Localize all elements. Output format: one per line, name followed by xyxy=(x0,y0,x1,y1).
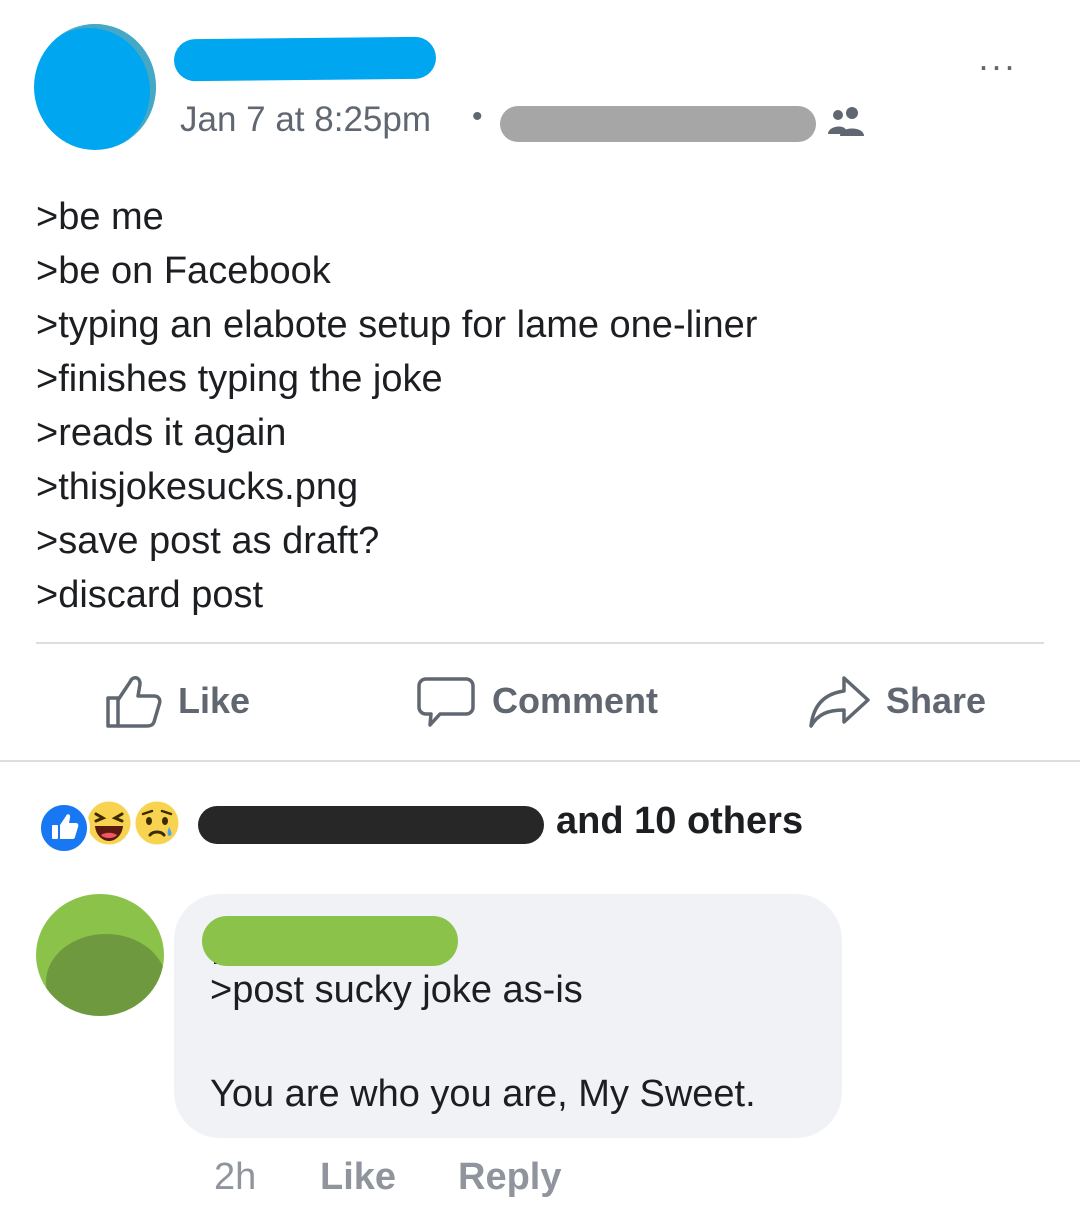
post-timestamp[interactable]: Jan 7 at 8:25pm xyxy=(180,100,431,140)
divider xyxy=(36,642,1044,644)
comment-line: >post sucky joke as-is xyxy=(210,969,583,1011)
comment-spacer xyxy=(210,1016,830,1068)
poster-avatar[interactable] xyxy=(34,24,156,150)
share-button[interactable]: Share xyxy=(808,668,986,734)
comment-timestamp: 2h xyxy=(214,1156,257,1198)
reactions-summary[interactable]: and 10 others xyxy=(556,800,803,843)
post-line: >reads it again xyxy=(36,412,287,454)
friends-icon xyxy=(828,107,864,136)
redacted-commenter-name[interactable] xyxy=(202,916,458,966)
like-button[interactable]: Like xyxy=(104,668,250,734)
post-line: >finishes typing the joke xyxy=(36,358,443,400)
share-label: Share xyxy=(886,680,987,721)
more-options-icon[interactable]: ... xyxy=(968,38,1028,78)
redacted-reactor-names[interactable] xyxy=(198,806,544,844)
comment-button[interactable]: Comment xyxy=(416,668,658,734)
post-line: >discard post xyxy=(36,574,264,616)
share-icon xyxy=(809,676,870,728)
commenter-avatar[interactable] xyxy=(36,894,164,1016)
divider xyxy=(0,760,1080,762)
comment-reply-button[interactable]: Reply xyxy=(458,1156,561,1199)
comment-icon xyxy=(417,677,475,727)
post-line: >thisjokesucks.png xyxy=(36,466,359,508)
post-line: >be me xyxy=(36,196,164,238)
post-line: >be on Facebook xyxy=(36,250,331,292)
post-line: >typing an elabote setup for lame one-li… xyxy=(36,304,758,346)
redacted-poster-name[interactable] xyxy=(173,36,437,82)
redacted-group-name[interactable] xyxy=(500,106,816,142)
comment-label: Comment xyxy=(492,680,659,721)
sad-reaction-icon xyxy=(132,798,182,848)
haha-reaction-icon xyxy=(84,798,134,848)
like-label: Like xyxy=(178,680,251,721)
thumbs-up-icon xyxy=(106,676,162,728)
like-reaction-icon xyxy=(38,802,90,854)
comment-text: >post sucky joke as-is You are who you a… xyxy=(210,964,830,1120)
separator-dot: • xyxy=(472,100,483,133)
comment-like-button[interactable]: Like xyxy=(320,1156,396,1199)
post-text: >be me >be on Facebook >typing an elabot… xyxy=(36,190,1036,622)
comment-line: You are who you are, My Sweet. xyxy=(210,1073,756,1115)
post-line: >save post as draft? xyxy=(36,520,380,562)
